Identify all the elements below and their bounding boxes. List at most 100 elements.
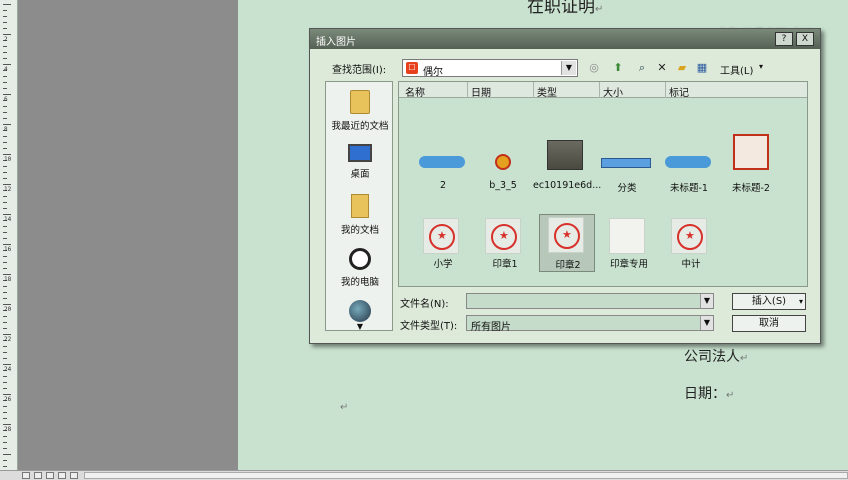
views-icon[interactable]: ▦ (694, 60, 710, 76)
ruler-tick (3, 82, 7, 83)
file-name: 小学 (433, 259, 453, 270)
print-view-icon[interactable] (46, 472, 54, 479)
ruler-tick (3, 22, 7, 23)
ruler-tick (3, 196, 7, 197)
ruler-tick (3, 460, 7, 461)
ruler-number: 14 (4, 216, 12, 223)
ruler-tick (3, 298, 7, 299)
file-type-select[interactable]: 所有图片 (466, 315, 714, 333)
file-name-input[interactable] (466, 293, 714, 309)
ruler-tick (3, 124, 11, 125)
insert-button[interactable]: 插入(S) ▾ (732, 293, 806, 310)
chevron-down-icon[interactable]: ▼ (700, 294, 713, 308)
file-name: ec10191e6d... (533, 180, 602, 191)
ruler-tick (3, 142, 7, 143)
ruler-tick (3, 328, 7, 329)
ruler-tick (3, 418, 7, 419)
ruler-tick (3, 286, 7, 287)
look-in-select[interactable]: ☐ 偶尔 ▼ (402, 59, 578, 78)
file-item[interactable]: 未标题-2 (723, 132, 779, 194)
ruler-tick (3, 364, 11, 365)
close-button[interactable]: X (796, 32, 814, 46)
chevron-down-icon[interactable]: ▼ (326, 322, 394, 331)
back-icon[interactable]: ◎ (586, 60, 602, 76)
col-size[interactable]: 大小 (603, 84, 623, 99)
col-date[interactable]: 日期 (471, 84, 491, 99)
up-folder-icon[interactable]: ⬆ (610, 60, 626, 76)
tools-menu[interactable]: 工具(L) (720, 62, 753, 77)
file-type-value: 所有图片 (471, 322, 511, 333)
ruler-tick (3, 376, 7, 377)
ruler-tick (3, 214, 11, 215)
ruler-tick (3, 394, 11, 395)
insert-picture-dialog: 插入图片 ? X 查找范围(I): ☐ 偶尔 ▼ ◎ ⬆ ⌕ ✕ ▰ ▦ 工具(… (309, 28, 821, 344)
place-recent[interactable]: 我最近的文档 (326, 90, 394, 132)
ruler-tick (3, 304, 11, 305)
ruler-tick (3, 268, 7, 269)
tools-chevron-icon[interactable]: ▾ (759, 62, 763, 71)
ruler-tick (3, 178, 7, 179)
normal-view-icon[interactable] (22, 472, 30, 479)
cancel-button[interactable]: 取消 (732, 315, 806, 332)
my-documents-icon (351, 194, 369, 218)
insert-label: 插入(S) (751, 296, 787, 307)
desktop-icon (348, 144, 372, 162)
outline-view-icon[interactable] (58, 472, 66, 479)
ruler-tick (3, 346, 7, 347)
ruler-tick (3, 112, 7, 113)
col-tags[interactable]: 标记 (669, 84, 689, 99)
ruler-tick (3, 226, 7, 227)
place-desktop[interactable]: 桌面 (326, 144, 394, 180)
chevron-down-icon[interactable]: ▼ (561, 61, 576, 75)
place-desktop-label: 桌面 (350, 169, 370, 180)
file-item[interactable]: 中计 (663, 216, 719, 272)
horizontal-scrollbar[interactable] (84, 472, 848, 479)
date-text: 日期：↵ (684, 386, 735, 402)
ruler-tick (3, 4, 11, 5)
places-bar: 我最近的文档 桌面 我的文档 我的电脑 ▼ (325, 81, 393, 331)
delete-icon[interactable]: ✕ (654, 60, 670, 76)
file-item[interactable]: 分类 (599, 146, 655, 202)
insert-chevron-icon[interactable]: ▾ (799, 294, 803, 309)
ruler-number: 22 (4, 336, 12, 343)
ruler-tick (3, 412, 7, 413)
file-item-selected[interactable]: 印章2 (539, 214, 595, 272)
file-item[interactable]: 印章1 (477, 216, 533, 272)
look-in-label: 查找范围(I): (332, 65, 387, 76)
ruler-tick (3, 382, 7, 383)
search-web-icon[interactable]: ⌕ (634, 60, 650, 76)
ruler-number: 28 (4, 426, 12, 433)
ruler-tick (3, 454, 11, 455)
ruler-number: 10 (4, 156, 12, 163)
reading-view-icon[interactable] (70, 472, 78, 479)
ruler-tick (3, 202, 7, 203)
new-folder-icon[interactable]: ▰ (674, 60, 690, 76)
col-name[interactable]: 名称 (405, 84, 425, 99)
file-item[interactable]: b_3_5 (475, 146, 531, 202)
place-my-documents[interactable]: 我的文档 (326, 194, 394, 236)
document-icon (609, 218, 645, 254)
ruler-tick (3, 232, 7, 233)
ruler-number: 16 (4, 246, 12, 253)
stamp-icon (485, 218, 521, 254)
file-name-label: 文件名(N): (400, 299, 449, 310)
place-network[interactable]: ▼ (326, 300, 394, 331)
file-item[interactable]: 2 (415, 146, 471, 202)
file-name: 中计 (681, 259, 701, 270)
ruler-tick (3, 436, 7, 437)
web-view-icon[interactable] (34, 472, 42, 479)
file-item[interactable]: 小学 (415, 216, 471, 272)
dialog-titlebar[interactable]: 插入图片 ? X (310, 29, 820, 49)
file-item[interactable]: 印章专用 (601, 216, 657, 272)
stamp-icon (671, 218, 707, 254)
ruler-number: 20 (4, 306, 12, 313)
col-type[interactable]: 类型 (537, 84, 557, 99)
file-item[interactable]: ec10191e6d... (533, 134, 601, 191)
file-name: 未标题-2 (732, 183, 770, 194)
file-item[interactable]: 未标题-1 (661, 146, 717, 202)
help-button[interactable]: ? (775, 32, 793, 46)
file-list[interactable]: 名称 日期 类型 大小 标记 2 b_3_5 ec10191e6d... 分类 (398, 81, 808, 287)
place-my-computer[interactable]: 我的电脑 (326, 248, 394, 288)
ruler-tick (3, 358, 7, 359)
chevron-down-icon[interactable]: ▼ (700, 316, 713, 330)
